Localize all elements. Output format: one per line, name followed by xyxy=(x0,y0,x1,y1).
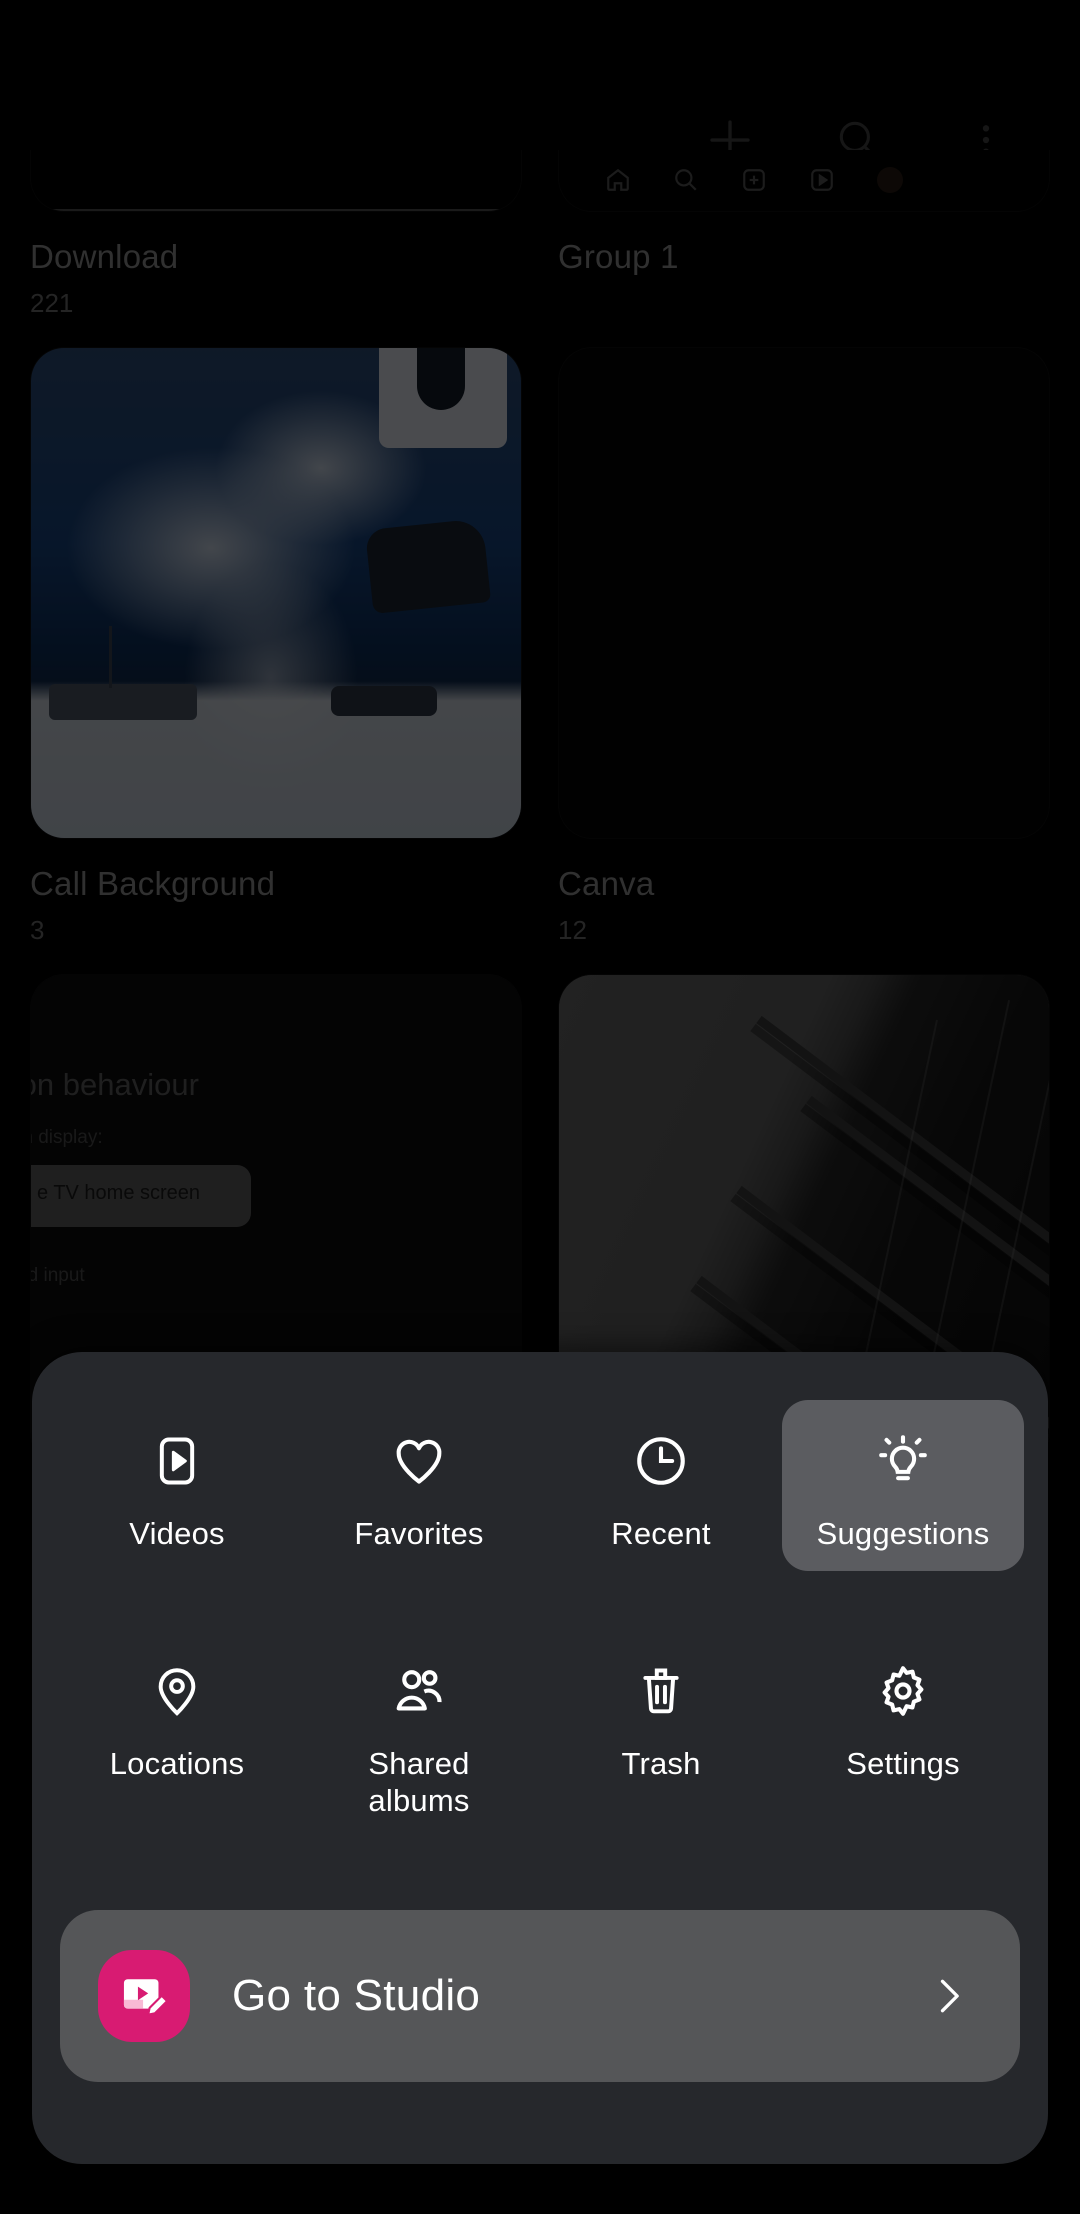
menu-item-label: Videos xyxy=(129,1516,225,1551)
menu-item-label: Shared albums xyxy=(368,1746,470,1818)
menu-item-label: Settings xyxy=(846,1746,960,1781)
menu-item-settings[interactable]: Settings xyxy=(782,1630,1024,1837)
people-icon xyxy=(382,1654,456,1728)
lightbulb-icon xyxy=(866,1424,940,1498)
heart-icon xyxy=(382,1424,456,1498)
menu-item-videos[interactable]: Videos xyxy=(56,1400,298,1571)
menu-item-trash[interactable]: Trash xyxy=(540,1630,782,1837)
menu-item-favorites[interactable]: Favorites xyxy=(298,1400,540,1571)
sheet-row-primary: Videos Favorites Recent Suggestions xyxy=(48,1400,1032,1571)
phone-screen: Download 221 xyxy=(0,0,1080,2214)
chevron-right-icon xyxy=(922,1970,974,2022)
trash-icon xyxy=(624,1654,698,1728)
menu-item-locations[interactable]: Locations xyxy=(56,1630,298,1837)
bottom-sheet-menu: Videos Favorites Recent Suggestions Loca… xyxy=(32,1352,1048,2164)
menu-item-label: Trash xyxy=(621,1746,701,1781)
menu-item-label: Recent xyxy=(611,1516,711,1551)
menu-item-shared-albums[interactable]: Shared albums xyxy=(298,1630,540,1837)
menu-item-label: Locations xyxy=(109,1746,245,1781)
menu-item-label: Favorites xyxy=(354,1516,484,1551)
gear-icon xyxy=(866,1654,940,1728)
menu-item-suggestions[interactable]: Suggestions xyxy=(782,1400,1024,1571)
sheet-row-secondary: Locations Shared albums Trash Settings xyxy=(48,1630,1032,1837)
go-to-studio-button[interactable]: Go to Studio xyxy=(60,1910,1020,2082)
clock-icon xyxy=(624,1424,698,1498)
video-icon xyxy=(140,1424,214,1498)
location-pin-icon xyxy=(140,1654,214,1728)
menu-item-label: Suggestions xyxy=(816,1516,990,1551)
go-to-studio-label: Go to Studio xyxy=(232,1971,481,2020)
menu-item-recent[interactable]: Recent xyxy=(540,1400,782,1571)
studio-app-icon xyxy=(98,1950,190,2042)
